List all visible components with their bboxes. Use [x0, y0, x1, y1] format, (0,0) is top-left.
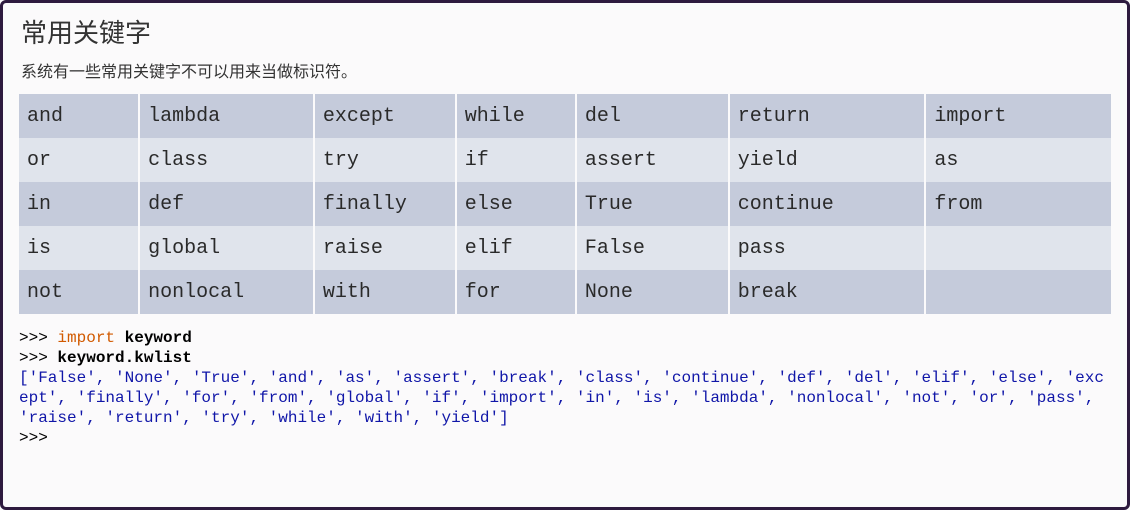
kw-cell: except	[314, 94, 456, 138]
kw-cell: elif	[456, 226, 576, 270]
kw-cell: not	[19, 270, 139, 314]
repl-prompt: >>>	[19, 329, 57, 347]
kw-cell: raise	[314, 226, 456, 270]
kw-cell: if	[456, 138, 576, 182]
kw-cell: assert	[576, 138, 729, 182]
table-row: in def finally else True continue from	[19, 182, 1111, 226]
code-text: keyword.kwlist	[57, 349, 191, 367]
code-block: >>> import keyword >>> keyword.kwlist ['…	[19, 328, 1111, 448]
table-row: and lambda except while del return impor…	[19, 94, 1111, 138]
kw-cell: and	[19, 94, 139, 138]
table-row: is global raise elif False pass	[19, 226, 1111, 270]
kw-cell: class	[139, 138, 314, 182]
kw-cell: try	[314, 138, 456, 182]
code-text: keyword	[115, 329, 192, 347]
kw-cell	[925, 270, 1111, 314]
kw-cell: False	[576, 226, 729, 270]
kw-cell: lambda	[139, 94, 314, 138]
section-title: 常用关键字	[21, 13, 1111, 50]
kw-cell: import	[925, 94, 1111, 138]
repl-prompt: >>>	[19, 429, 57, 447]
kw-cell: True	[576, 182, 729, 226]
kw-cell: with	[314, 270, 456, 314]
code-import-kw: import	[57, 329, 115, 347]
kw-cell: return	[729, 94, 926, 138]
repl-output: ['False', 'None', 'True', 'and', 'as', '…	[19, 369, 1104, 427]
repl-prompt: >>>	[19, 349, 57, 367]
kw-cell: continue	[729, 182, 926, 226]
kw-cell: break	[729, 270, 926, 314]
kw-cell: else	[456, 182, 576, 226]
kw-cell: finally	[314, 182, 456, 226]
kw-cell: in	[19, 182, 139, 226]
table-row: or class try if assert yield as	[19, 138, 1111, 182]
keywords-table: and lambda except while del return impor…	[19, 94, 1111, 314]
kw-cell: del	[576, 94, 729, 138]
kw-cell: or	[19, 138, 139, 182]
table-row: not nonlocal with for None break	[19, 270, 1111, 314]
kw-cell: while	[456, 94, 576, 138]
kw-cell: from	[925, 182, 1111, 226]
section-subtitle: 系统有一些常用关键字不可以用来当做标识符。	[21, 58, 1111, 82]
kw-cell: None	[576, 270, 729, 314]
kw-cell: yield	[729, 138, 926, 182]
kw-cell: nonlocal	[139, 270, 314, 314]
document-frame: 常用关键字 系统有一些常用关键字不可以用来当做标识符。 and lambda e…	[0, 0, 1130, 510]
kw-cell: def	[139, 182, 314, 226]
kw-cell: global	[139, 226, 314, 270]
kw-cell: pass	[729, 226, 926, 270]
kw-cell: as	[925, 138, 1111, 182]
kw-cell: is	[19, 226, 139, 270]
kw-cell	[925, 226, 1111, 270]
kw-cell: for	[456, 270, 576, 314]
